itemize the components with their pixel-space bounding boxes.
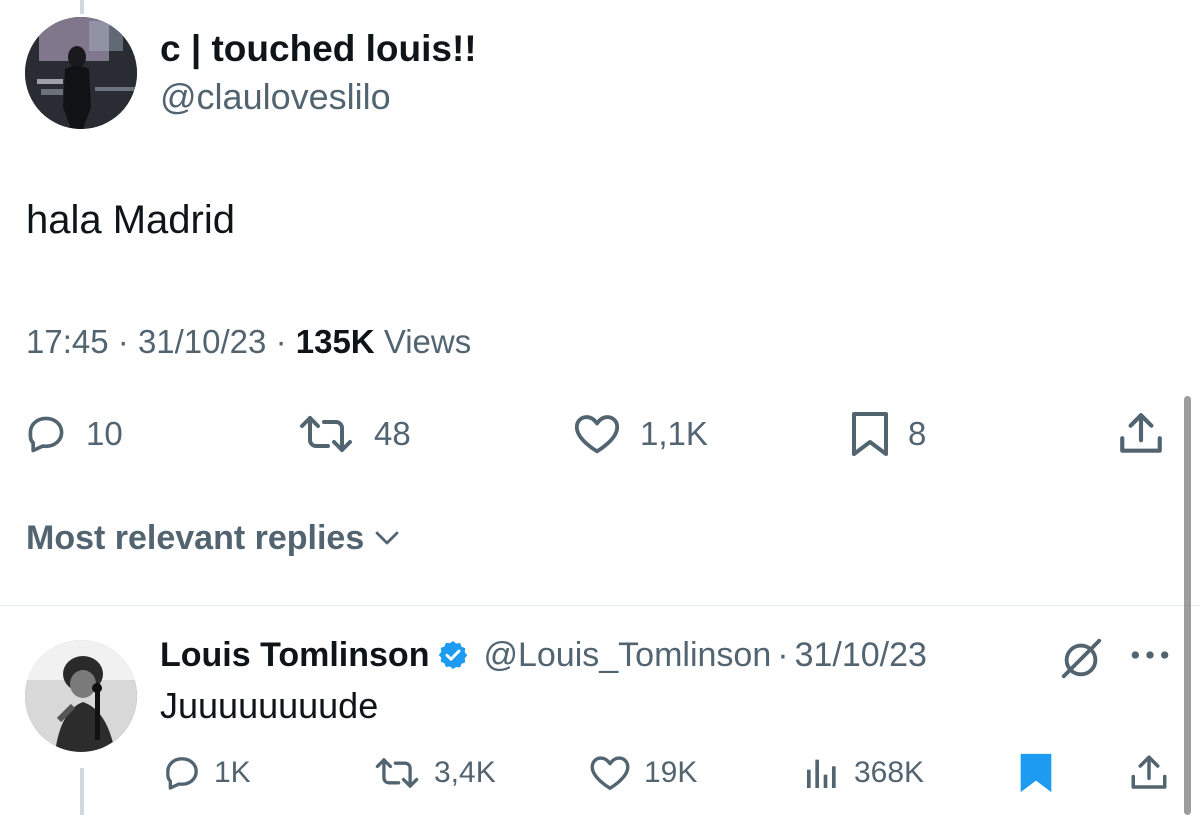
like-count: 1,1K — [640, 415, 708, 452]
reply-text: Juuuuuuuude — [160, 685, 379, 726]
avatar-photo — [25, 17, 137, 129]
reply-repost-button[interactable]: 3,4K — [372, 748, 496, 798]
bookmark-count: 8 — [908, 415, 927, 452]
bookmark-button[interactable]: 8 — [850, 404, 926, 464]
bookmark-icon — [1016, 750, 1056, 796]
replies-sort-label: Most relevant replies — [26, 519, 365, 557]
meta-separator: · — [117, 323, 129, 360]
like-icon — [588, 754, 632, 792]
reply-date[interactable]: 31/10/23 — [795, 636, 927, 675]
share-icon — [1116, 409, 1166, 459]
section-divider — [0, 605, 1200, 606]
reply-author-avatar[interactable] — [25, 640, 137, 752]
views-count[interactable]: 135K — [296, 323, 375, 360]
reply-separator: · — [777, 635, 789, 674]
repost-button[interactable]: 48 — [296, 404, 411, 464]
repost-icon — [296, 412, 356, 456]
reply-views-count: 368K — [854, 756, 925, 789]
like-icon — [572, 412, 622, 456]
verified-badge-icon[interactable] — [437, 639, 469, 671]
reply-author-name[interactable]: Louis Tomlinson — [160, 636, 429, 675]
reply-like-button[interactable]: 19K — [588, 748, 697, 798]
chevron-down-icon — [372, 523, 402, 553]
tweet-action-bar: 10 48 1,1K 8 — [0, 404, 1200, 464]
thread-connector-top — [80, 0, 84, 14]
tweet-text: hala Madrid — [26, 198, 236, 242]
reply-like-count: 19K — [644, 756, 698, 789]
share-icon — [1128, 752, 1170, 794]
author-display-name[interactable]: c | touched louis!! — [160, 28, 477, 70]
reply-share-button[interactable] — [1128, 748, 1170, 798]
tweet-detail-view: c | touched louis!! @clauloveslilo hala … — [0, 0, 1200, 815]
reply-reply-count: 1K — [214, 756, 251, 789]
repost-icon — [372, 755, 422, 791]
replies-sort-selector[interactable]: Most relevant replies — [26, 516, 402, 560]
reply-repost-count: 3,4K — [434, 756, 496, 789]
views-icon — [802, 753, 842, 793]
reply-icon — [24, 412, 68, 456]
reply-icon — [162, 753, 202, 793]
meta-separator: · — [275, 323, 287, 360]
reply-bookmark-button[interactable] — [1016, 748, 1056, 798]
reply-header: Louis Tomlinson @Louis_Tomlinson · 31/10… — [160, 632, 927, 678]
author-avatar[interactable] — [25, 17, 137, 129]
like-button[interactable]: 1,1K — [572, 404, 708, 464]
reply-action-bar: 1K 3,4K 19K 368K — [0, 748, 1180, 798]
tweet-date[interactable]: 31/10/23 — [138, 323, 266, 360]
bookmark-icon — [850, 410, 890, 458]
tweet-time[interactable]: 17:45 — [26, 323, 109, 360]
reply-button[interactable]: 10 — [24, 404, 123, 464]
reply-author-handle[interactable]: @Louis_Tomlinson — [483, 636, 771, 675]
share-button[interactable] — [1116, 404, 1166, 464]
reply-count: 10 — [86, 415, 123, 452]
reply-reply-button[interactable]: 1K — [162, 748, 251, 798]
reply-avatar-photo — [25, 640, 137, 752]
tweet-meta: 17:45 · 31/10/23 · 135K Views — [26, 320, 471, 364]
grok-icon[interactable] — [1058, 636, 1104, 687]
reply-views-button[interactable]: 368K — [802, 748, 924, 798]
repost-count: 48 — [374, 415, 411, 452]
scrollbar[interactable] — [1184, 396, 1191, 815]
author-handle[interactable]: @clauloveslilo — [160, 76, 477, 118]
author-block[interactable]: c | touched louis!! @clauloveslilo — [160, 28, 477, 118]
more-icon[interactable] — [1128, 640, 1172, 675]
views-label: Views — [383, 323, 472, 360]
